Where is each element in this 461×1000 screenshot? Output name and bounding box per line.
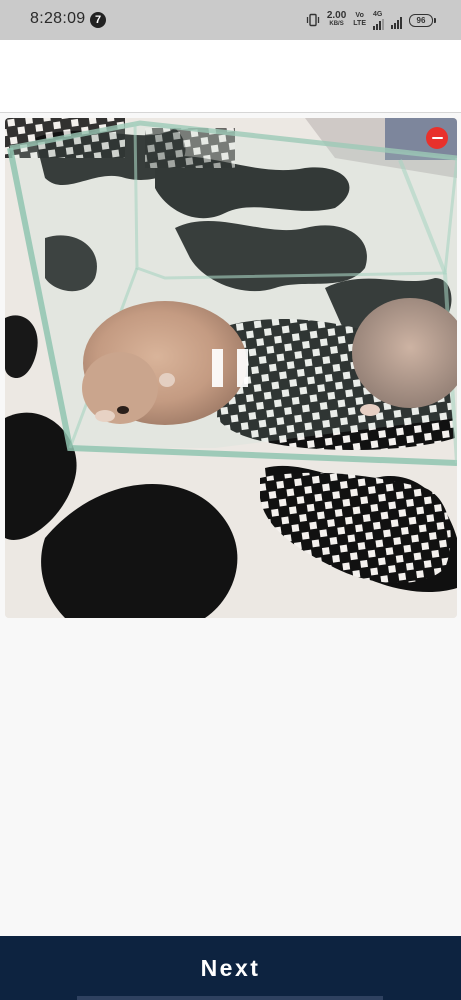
bottom-action-bar: Next	[0, 936, 461, 1000]
pause-button[interactable]	[212, 349, 248, 387]
vibrate-icon	[306, 13, 319, 27]
next-button[interactable]: Next	[0, 936, 461, 1000]
net-speed-unit: KB/S	[329, 21, 344, 27]
status-time: 8:28:09	[30, 10, 86, 27]
remove-video-button[interactable]	[426, 127, 448, 149]
signal-icon	[373, 18, 384, 30]
volte-indicator: Vo LTE	[353, 12, 366, 28]
battery-level: 96	[416, 15, 426, 25]
volte-top: Vo	[355, 12, 364, 19]
net-speed: 2.00 KB/S	[326, 10, 347, 28]
signal-4g: 4G	[373, 11, 384, 30]
pause-icon-bar-right	[237, 349, 248, 387]
network-type: 4G	[373, 10, 383, 18]
pause-icon-bar-left	[212, 349, 223, 387]
net-speed-value: 2.00	[326, 10, 347, 21]
top-app-bar	[0, 40, 461, 113]
notification-badge: 7	[90, 12, 106, 28]
volte-bottom: LTE	[353, 20, 366, 27]
status-icons: 2.00 KB/S Vo LTE 4G 96	[306, 9, 436, 31]
signal-icon	[391, 17, 402, 29]
battery-icon: 96	[409, 13, 436, 27]
gesture-nav-bar[interactable]	[77, 996, 383, 1000]
video-preview[interactable]	[5, 118, 457, 618]
status-bar: 8:28:09 7 2.00 KB/S Vo LTE 4G 96	[0, 0, 461, 40]
remove-icon	[431, 136, 443, 140]
